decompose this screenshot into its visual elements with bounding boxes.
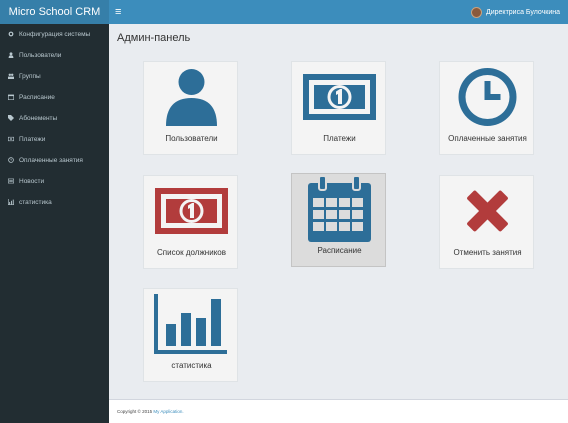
tile-label: Пользователи	[165, 134, 218, 143]
clock-icon	[458, 68, 517, 126]
tile-label: Отменить занятия	[453, 248, 522, 257]
user-menu[interactable]: Директриса Булочкина	[471, 0, 560, 24]
sidebar-item-schedule[interactable]: Расписание	[0, 87, 109, 107]
avatar	[471, 6, 482, 18]
sidebar-item-users[interactable]: Пользователи	[0, 45, 109, 65]
tile-label: Расписание	[317, 246, 362, 255]
sidebar-item-news[interactable]: Новости	[0, 171, 109, 191]
footer-link[interactable]: My Application.	[153, 409, 183, 414]
sidebar-item-groups[interactable]: Группы	[0, 66, 109, 86]
sidebar-item-subscriptions[interactable]: Абонементы	[0, 108, 109, 128]
sidebar-item-payments[interactable]: Платежи	[0, 129, 109, 149]
newspaper-icon	[8, 178, 14, 184]
sidebar-item-config[interactable]: Конфигурация системы	[0, 24, 109, 44]
users-icon	[8, 73, 14, 79]
calendar-icon	[308, 175, 371, 242]
sidebar-item-label: Конфигурация системы	[19, 30, 91, 38]
sidebar-item-statistics[interactable]: статистика	[0, 192, 109, 212]
tile-label: Платежи	[323, 134, 356, 143]
brand-logo[interactable]: Micro School CRM	[0, 0, 109, 24]
tile-schedule[interactable]: Расписание	[291, 173, 386, 267]
sidebar-item-label: Платежи	[19, 135, 46, 143]
tile-paid-lessons[interactable]: Оплаченные занятия	[439, 61, 534, 155]
money-icon	[155, 188, 228, 234]
calendar-icon	[8, 94, 14, 100]
clock-icon	[8, 157, 14, 163]
sidebar-item-label: Оплаченные занятия	[19, 156, 83, 164]
sidebar-item-label: Расписание	[19, 93, 55, 101]
main-content: Админ-панель Пользователи Платежи Оплаче…	[109, 24, 568, 399]
tile-users[interactable]: Пользователи	[143, 61, 238, 155]
copyright-text: Copyright © 2015	[117, 409, 153, 414]
money-icon	[303, 74, 376, 120]
sidebar-item-label: Группы	[19, 72, 41, 80]
tile-debtors[interactable]: Список должников	[143, 175, 238, 269]
tile-cancel-lessons[interactable]: Отменить занятия	[439, 175, 534, 269]
footer: Copyright © 2015 My Application.	[109, 399, 568, 423]
user-icon	[166, 69, 217, 126]
sidebar-item-label: Пользователи	[19, 51, 62, 59]
user-name: Директриса Булочкина	[486, 8, 560, 16]
page-title: Админ-панель	[117, 32, 191, 44]
tile-label: Список должников	[157, 248, 226, 257]
tile-statistics[interactable]: статистика	[143, 288, 238, 382]
tile-payments[interactable]: Платежи	[291, 61, 386, 155]
cogs-icon	[8, 31, 14, 37]
tile-label: Оплаченные занятия	[448, 134, 527, 143]
sidebar-item-label: Абонементы	[19, 114, 58, 122]
user-icon	[8, 52, 14, 58]
cross-icon	[467, 190, 508, 232]
top-navbar: Micro School CRM ≡ Директриса Булочкина	[0, 0, 568, 24]
tile-label: статистика	[171, 361, 212, 370]
tag-icon	[8, 115, 14, 121]
bar-chart-icon	[154, 294, 227, 354]
sidebar-item-label: Новости	[19, 177, 45, 185]
sidebar-item-label: статистика	[19, 198, 52, 206]
bar-chart-icon	[8, 199, 14, 205]
money-icon	[8, 136, 14, 142]
sidebar: Конфигурация системы Пользователи Группы…	[0, 24, 109, 423]
sidebar-item-paid-lessons[interactable]: Оплаченные занятия	[0, 150, 109, 170]
menu-toggle-icon[interactable]: ≡	[115, 0, 121, 24]
